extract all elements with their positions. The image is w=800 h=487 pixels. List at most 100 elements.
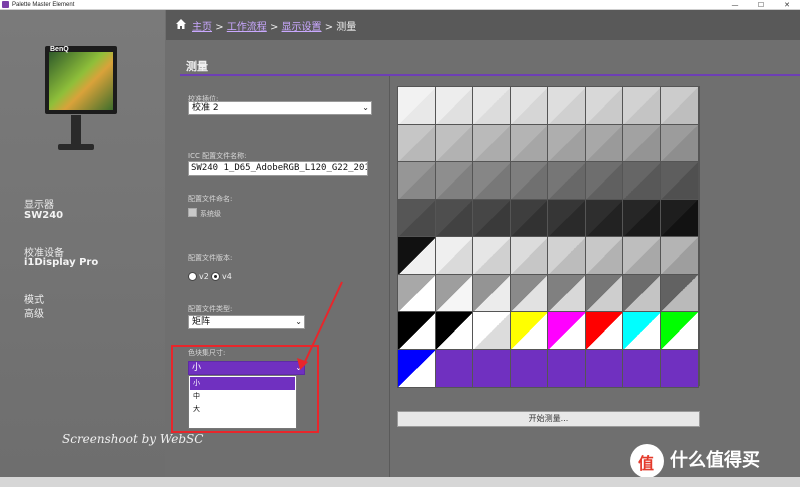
- color-patch: [472, 161, 512, 201]
- page-title: 测量: [186, 60, 208, 73]
- app-window: Palette Master Element — ☐ ✕ BenQ 显示器 SW…: [0, 0, 800, 487]
- system-default-checkbox[interactable]: [188, 208, 197, 217]
- version-v2-label: v2: [199, 272, 209, 281]
- color-patch: [547, 86, 587, 126]
- breadcrumb-bar: 主页 > 工作流程 > 显示设置 > 测量: [166, 10, 800, 40]
- color-patch: [659, 236, 699, 276]
- color-patch: [472, 236, 512, 276]
- color-patch: [397, 273, 437, 313]
- color-patch: [622, 198, 662, 238]
- window-title: Palette Master Element: [12, 2, 75, 8]
- color-patch: [547, 161, 587, 201]
- color-patch: [584, 273, 624, 313]
- color-patch: [509, 161, 549, 201]
- highlight-box: [171, 345, 319, 433]
- patch-grid: [397, 86, 700, 388]
- color-patch: [659, 123, 699, 163]
- chevron-down-icon: ⌄: [362, 103, 369, 112]
- profile-name-label: 配置文件命名:: [188, 195, 233, 203]
- color-patch: [622, 311, 662, 351]
- color-patch: [547, 236, 587, 276]
- version-v4-radio[interactable]: [211, 272, 220, 281]
- brand-logo-icon: [630, 444, 664, 478]
- color-patch: [547, 198, 587, 238]
- color-patch: [509, 273, 549, 313]
- color-patch: [584, 123, 624, 163]
- color-patch: [547, 273, 587, 313]
- title-bar: Palette Master Element — ☐ ✕: [0, 0, 800, 10]
- color-patch: [434, 273, 474, 313]
- screenshot-watermark: Screenshoot by WebSC: [62, 432, 204, 446]
- color-patch: [397, 161, 437, 201]
- color-patch: [584, 348, 624, 388]
- minimize-icon[interactable]: —: [722, 0, 748, 10]
- color-patch: [397, 198, 437, 238]
- color-patch: [659, 198, 699, 238]
- color-patch: [509, 348, 549, 388]
- color-patch: [509, 123, 549, 163]
- color-patch: [472, 86, 512, 126]
- color-patch: [622, 86, 662, 126]
- color-patch: [659, 86, 699, 126]
- color-patch: [547, 311, 587, 351]
- color-patch: [472, 311, 512, 351]
- icc-name-input[interactable]: SW240 1_D65_AdobeRGB_L120_G22_2018: [188, 161, 368, 176]
- home-icon[interactable]: [175, 18, 187, 30]
- breadcrumb-workflow[interactable]: 工作流程: [227, 22, 267, 33]
- color-patch: [622, 161, 662, 201]
- color-patch: [509, 236, 549, 276]
- color-patch: [434, 123, 474, 163]
- color-patch: [509, 198, 549, 238]
- color-patch: [584, 161, 624, 201]
- system-default-label: 系统级: [200, 210, 221, 218]
- color-patch: [434, 236, 474, 276]
- color-patch: [622, 123, 662, 163]
- mode-value: 高级: [24, 309, 44, 320]
- bottom-scrollbar[interactable]: [0, 477, 800, 487]
- monitor-brand-logo: BenQ: [50, 46, 69, 53]
- breadcrumb-home[interactable]: 主页: [192, 22, 212, 33]
- color-patch: [622, 236, 662, 276]
- monitor-image: BenQ: [40, 40, 120, 160]
- profile-type-value: 矩阵: [192, 317, 211, 327]
- close-icon[interactable]: ✕: [774, 0, 800, 10]
- chevron-down-icon: ⌄: [295, 317, 302, 326]
- breadcrumb-display-settings[interactable]: 显示设置: [282, 22, 322, 33]
- color-patch: [472, 123, 512, 163]
- color-patch: [434, 86, 474, 126]
- color-patch: [584, 311, 624, 351]
- color-patch: [434, 348, 474, 388]
- color-patch: [622, 348, 662, 388]
- color-patch: [584, 86, 624, 126]
- display-value: SW240: [24, 210, 64, 221]
- color-patch: [397, 236, 437, 276]
- color-patch: [547, 348, 587, 388]
- display-label: 显示器: [24, 200, 54, 211]
- color-patch: [434, 161, 474, 201]
- app-icon: [2, 1, 9, 8]
- color-patch: [472, 273, 512, 313]
- start-measure-button[interactable]: 开始测量...: [397, 411, 700, 427]
- breadcrumb-sep: >: [324, 22, 334, 33]
- mode-label: 模式: [24, 295, 44, 306]
- calibration-slot-select[interactable]: 校准 2 ⌄: [188, 101, 372, 115]
- color-patch: [584, 236, 624, 276]
- divider: [389, 76, 390, 477]
- breadcrumb-sep: >: [269, 22, 279, 33]
- breadcrumb: 主页 > 工作流程 > 显示设置 > 测量: [192, 18, 356, 33]
- title-underline: [180, 74, 800, 76]
- color-patch: [659, 273, 699, 313]
- color-patch: [659, 348, 699, 388]
- color-patch: [659, 161, 699, 201]
- calibration-slot-value: 校准 2: [192, 103, 219, 113]
- color-patch: [434, 198, 474, 238]
- maximize-icon[interactable]: ☐: [748, 0, 774, 10]
- color-patch: [547, 123, 587, 163]
- color-patch: [622, 273, 662, 313]
- profile-type-select[interactable]: 矩阵 ⌄: [188, 315, 305, 329]
- color-patch: [659, 311, 699, 351]
- color-patch: [472, 348, 512, 388]
- version-v2-radio[interactable]: [188, 272, 197, 281]
- profile-version-label: 配置文件版本:: [188, 254, 233, 262]
- device-value: i1Display Pro: [24, 257, 99, 268]
